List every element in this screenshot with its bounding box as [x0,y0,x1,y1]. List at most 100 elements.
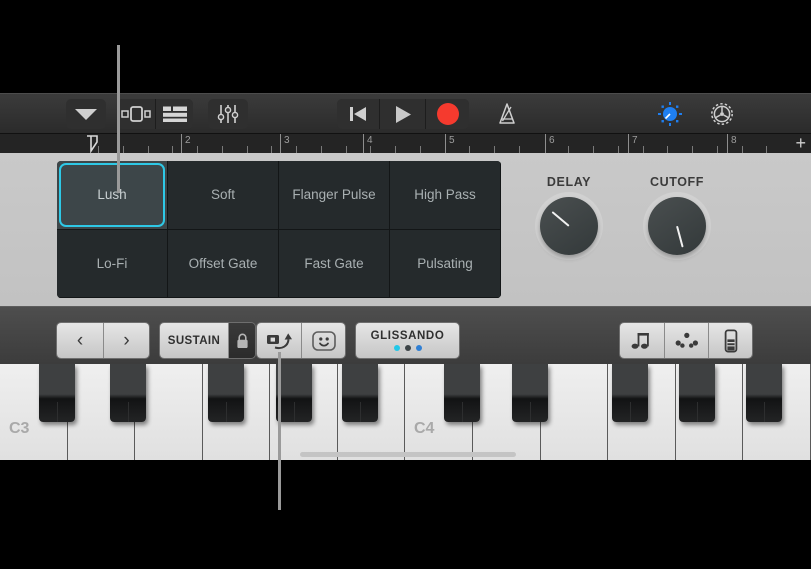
play-button[interactable] [379,99,425,129]
ruler-bar-tick [628,134,629,153]
sustain-label: SUSTAIN [167,334,221,347]
piano-black-key[interactable] [444,364,480,422]
preset-cell[interactable]: Pulsating [390,229,501,298]
ruler-bar-number: 3 [284,135,290,146]
add-section-button[interactable]: + [795,134,806,152]
glissando-dot [393,345,400,351]
preset-cell[interactable]: Soft [168,161,279,230]
velocity-button[interactable] [708,323,752,358]
piano-black-key[interactable] [276,364,312,422]
ruler-bar-number: 6 [549,135,555,146]
piano-black-key[interactable] [612,364,648,422]
fx-knob-icon [658,102,682,126]
ruler-beat-tick [742,146,743,153]
settings-button[interactable] [702,99,742,129]
piano-key-label: C3 [9,420,30,437]
lock-icon [236,333,248,348]
preset-label: Offset Gate [188,255,258,271]
octave-down-button[interactable]: ‹ [57,323,103,358]
preset-cell[interactable]: Fast Gate [279,229,390,298]
ruler-beat-tick [271,146,272,153]
ruler-bar-tick [545,134,546,153]
navigation-view-button[interactable] [117,99,155,129]
piano-black-key[interactable] [208,364,244,422]
preset-label: Pulsating [417,255,473,271]
ruler-bar-tick [727,134,728,153]
preset-cell[interactable]: Offset Gate [168,229,279,298]
ruler-beat-tick [494,146,495,153]
ruler-bar-number: 4 [367,135,373,146]
keyboard-scroll-indicator[interactable] [300,452,516,457]
record-button[interactable] [425,99,469,129]
preset-label: Lo-Fi [96,255,128,271]
ruler-bar-number: 5 [449,135,455,146]
piano-black-key[interactable] [39,364,75,422]
preset-label: High Pass [414,187,476,203]
garageband-keyboard-screen: 2 3 4 5 6 7 8 + Lush Soft Flanger Pulse High Pass… [0,0,811,569]
octave-group: ‹ › [56,322,150,359]
piano-black-key[interactable] [746,364,782,422]
keyboard-options-group [619,322,753,359]
ruler-beat-tick [593,146,594,153]
ruler-beat-tick [222,146,223,153]
ruler-beat-tick [618,146,619,153]
piano-black-key[interactable] [110,364,146,422]
ruler-bar-number: 2 [185,135,191,146]
glissando-button[interactable]: GLISSANDO [355,322,460,359]
timeline-ruler[interactable]: 2 3 4 5 6 7 8 + [0,133,811,153]
piano-black-key[interactable] [679,364,715,422]
ruler-bar-number: 7 [632,135,638,146]
scale-dots-icon [675,332,698,348]
preset-cell[interactable]: High Pass [390,161,501,230]
tracks-view-button[interactable] [155,99,193,129]
ruler-beat-tick [519,146,520,153]
cutoff-knob[interactable] [648,197,706,255]
preset-cell[interactable]: Lush [57,161,168,230]
top-letterbox [0,0,811,93]
ruler-beat-tick [667,146,668,153]
piano-black-key[interactable] [342,364,378,422]
ruler-beat-tick [172,146,173,153]
ruler-beat-tick [321,146,322,153]
ruler-beat-tick [370,146,371,153]
piano-key-label: C4 [414,420,435,437]
glissando-dot [415,345,422,351]
ruler-beat-tick [296,146,297,153]
sustain-lock-button[interactable] [228,323,255,358]
preset-cell[interactable]: Flanger Pulse [279,161,390,230]
ruler-beat-tick [692,146,693,153]
callout-line-preset [117,45,120,193]
ruler-beat-tick [123,146,124,153]
smiley-button[interactable] [301,323,345,358]
preset-cell[interactable]: Lo-Fi [57,229,168,298]
ruler-bar-tick [445,134,446,153]
scale-button[interactable] [664,323,708,358]
note-values-button[interactable] [620,323,664,358]
preset-label: Fast Gate [304,255,364,271]
delay-knob[interactable] [540,197,598,255]
ruler-beat-tick [420,146,421,153]
chevron-right-icon: › [123,329,130,351]
cutoff-knob-control: CUTOFF [632,175,722,255]
sustain-button[interactable]: SUSTAIN [160,323,228,358]
playhead-marker-icon [87,135,98,153]
ruler-beat-tick [247,146,248,153]
mixer-sliders-icon [217,105,239,123]
arp-smiley-group [256,322,346,359]
piano-white-key[interactable] [540,364,609,460]
preset-label: Soft [210,187,235,203]
navigation-view-icon [121,106,151,122]
metronome-button[interactable] [487,99,527,129]
navigation-chevron-button[interactable] [66,99,106,129]
piano-black-key[interactable] [512,364,548,422]
music-notes-icon [631,332,649,349]
octave-up-button[interactable]: › [103,323,149,358]
arpeggiator-icon [267,332,292,349]
preset-label: Flanger Pulse [292,187,376,203]
glissando-label: GLISSANDO [370,330,445,342]
mixer-button[interactable] [208,99,248,129]
preset-grid: Lush Soft Flanger Pulse High Pass Lo-Fi Offse… [57,161,501,298]
rewind-button[interactable] [337,99,379,129]
piano-keyboard[interactable]: C3 C4 [0,364,811,460]
fx-button[interactable] [650,99,690,129]
